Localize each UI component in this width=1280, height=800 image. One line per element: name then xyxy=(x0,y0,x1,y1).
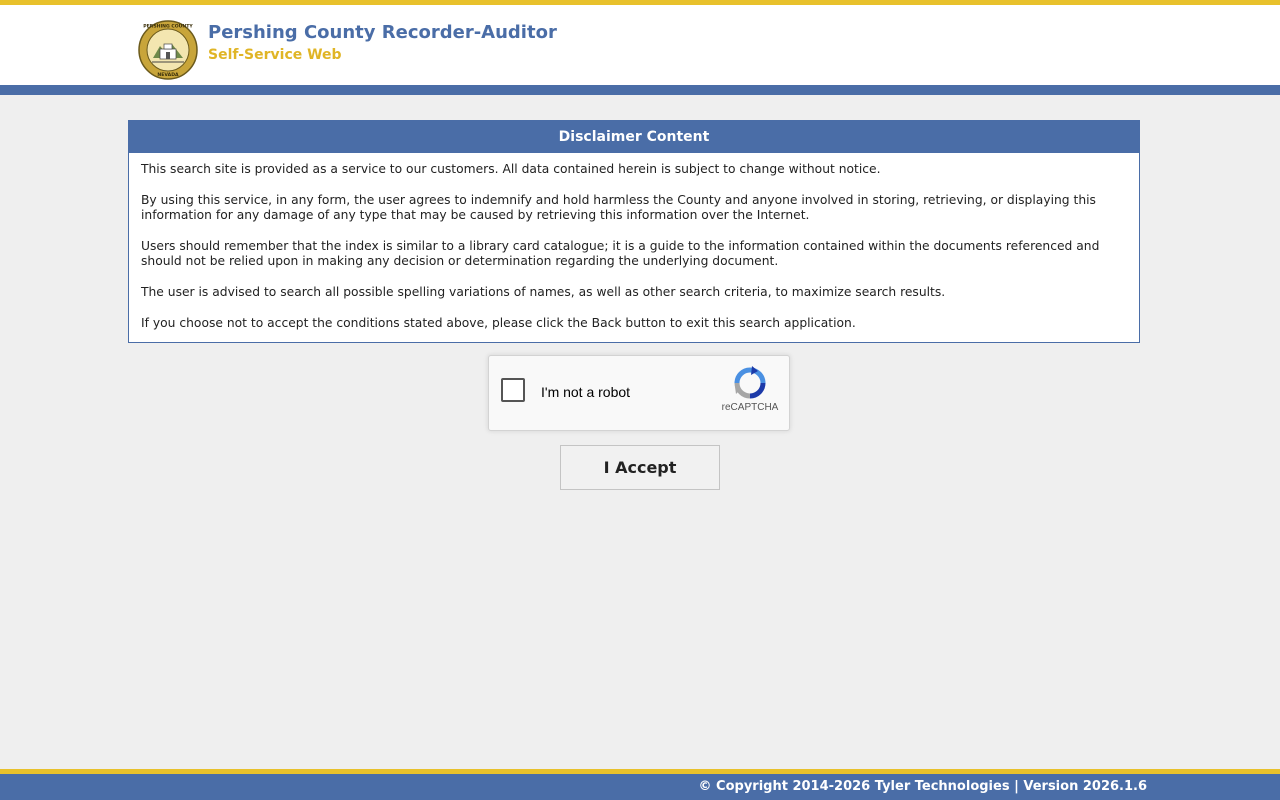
recaptcha-logo-icon xyxy=(734,366,766,399)
disclaimer-heading: Disclaimer Content xyxy=(129,121,1139,153)
disclaimer-paragraph: Users should remember that the index is … xyxy=(141,239,1100,268)
seal-top-text: PERSHING COUNTY xyxy=(143,24,193,30)
disclaimer-paragraph: This search site is provided as a servic… xyxy=(141,162,881,176)
county-seal-logo: PERSHING COUNTY NEVADA xyxy=(138,20,198,80)
copyright-text: © Copyright 2014-2026 Tyler Technologies… xyxy=(698,779,1147,794)
disclaimer-paragraph: If you choose not to accept the conditio… xyxy=(141,316,856,330)
site-subtitle: Self-Service Web xyxy=(208,47,342,63)
site-title: Pershing County Recorder-Auditor xyxy=(208,22,557,43)
site-footer: © Copyright 2014-2026 Tyler Technologies… xyxy=(0,774,1280,800)
recaptcha-brand-label: reCAPTCHA xyxy=(721,402,779,413)
header-divider-bar xyxy=(0,85,1280,95)
recaptcha-checkbox[interactable] xyxy=(501,378,525,402)
disclaimer-paragraph: The user is advised to search all possib… xyxy=(141,285,946,299)
seal-bottom-text: NEVADA xyxy=(157,72,179,78)
accept-button[interactable]: I Accept xyxy=(560,445,720,490)
site-header: PERSHING COUNTY NEVADA Pershing County R… xyxy=(0,5,1280,85)
recaptcha-widget: I'm not a robot reCAPTCHA xyxy=(488,355,790,431)
recaptcha-label: I'm not a robot xyxy=(541,384,631,400)
disclaimer-paragraph: By using this service, in any form, the … xyxy=(141,193,1096,222)
disclaimer-body: This search site is provided as a servic… xyxy=(129,153,1139,331)
disclaimer-panel: Disclaimer Content This search site is p… xyxy=(128,120,1140,343)
